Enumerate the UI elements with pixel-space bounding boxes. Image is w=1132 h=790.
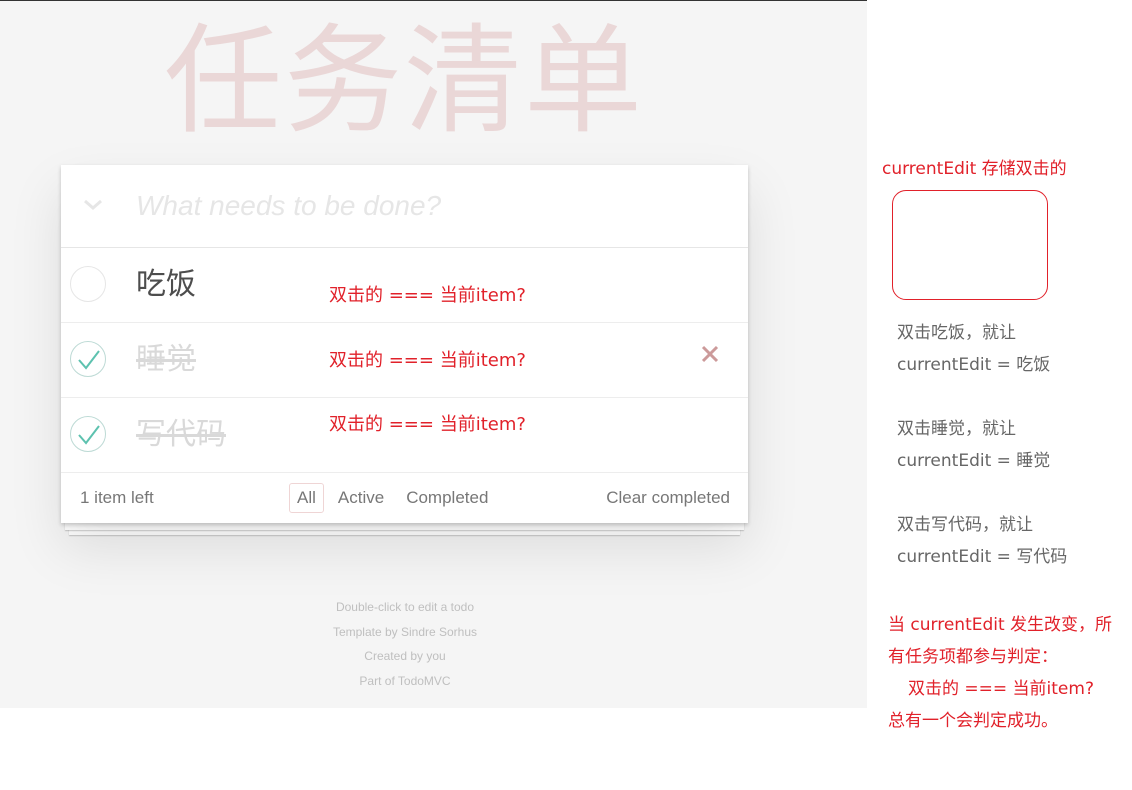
annotation-summary: 当 currentEdit 发生改变，所	[888, 615, 1113, 635]
new-todo-header	[61, 165, 748, 248]
annotation-line: 双击睡觉，就让	[897, 419, 1016, 439]
todo-item-0[interactable]: 吃饭 双击的 === 当前item?	[61, 248, 748, 323]
card-stack-shadow	[65, 522, 744, 530]
annotation-summary: 双击的 === 当前item?	[908, 679, 1094, 699]
todo-label[interactable]: 写代码	[136, 415, 226, 455]
annotation-line: currentEdit = 吃饭	[897, 355, 1051, 375]
todo-item-1[interactable]: 睡觉 双击的 === 当前item?	[61, 323, 748, 398]
todo-label[interactable]: 吃饭	[136, 265, 196, 305]
filter-completed[interactable]: Completed	[398, 483, 496, 513]
app-title: 任务清单	[163, 12, 644, 150]
annotation-summary: 有任务项都参与判定：	[888, 647, 1058, 667]
todo-checkbox[interactable]	[70, 266, 106, 302]
filter-all[interactable]: All	[289, 483, 324, 513]
todo-card: 吃饭 双击的 === 当前item? 睡觉 双击的 === 当前item? 写代…	[61, 165, 748, 523]
checkmark-icon	[78, 350, 100, 370]
delete-x-icon[interactable]	[697, 341, 723, 367]
new-todo-input[interactable]	[136, 183, 726, 229]
todo-footer: 1 item left All Active Completed Clear c…	[61, 473, 748, 523]
annotation-line: currentEdit = 睡觉	[897, 451, 1051, 471]
current-edit-box	[892, 190, 1048, 300]
annotation-summary: 总有一个会判定成功。	[888, 711, 1058, 731]
info-text[interactable]: Created by you	[0, 649, 810, 663]
annotation-note: 双击的 === 当前item?	[329, 414, 526, 435]
toggle-all-chevron-icon[interactable]	[79, 191, 107, 219]
items-left-count: 1 item left	[80, 488, 154, 507]
todo-checkbox-checked[interactable]	[70, 416, 106, 452]
annotation-line: currentEdit = 写代码	[897, 547, 1068, 567]
info-text: Double-click to edit a todo	[335, 600, 475, 614]
todo-label[interactable]: 睡觉	[136, 340, 196, 380]
filter-tabs: All Active Completed	[289, 483, 496, 513]
annotation-box-caption: currentEdit 存储双击的	[882, 159, 1067, 179]
annotation-line: 双击吃饭，就让	[897, 323, 1016, 343]
clear-completed-button[interactable]: Clear completed	[606, 488, 730, 508]
annotation-note: 双击的 === 当前item?	[329, 285, 526, 306]
annotation-line: 双击写代码，就让	[897, 515, 1033, 535]
checkmark-icon	[78, 425, 100, 445]
todo-checkbox-checked[interactable]	[70, 341, 106, 377]
annotation-note: 双击的 === 当前item?	[329, 350, 526, 371]
todo-item-2[interactable]: 写代码 双击的 === 当前item?	[61, 398, 748, 473]
info-text[interactable]: Part of TodoMVC	[0, 674, 810, 688]
info-text[interactable]: Template by Sindre Sorhus	[0, 625, 810, 639]
filter-active[interactable]: Active	[330, 483, 392, 513]
todo-app-background: 任务清单 吃饭 双击的 === 当前item? 睡觉 双击的 === 当前ite…	[0, 0, 867, 708]
